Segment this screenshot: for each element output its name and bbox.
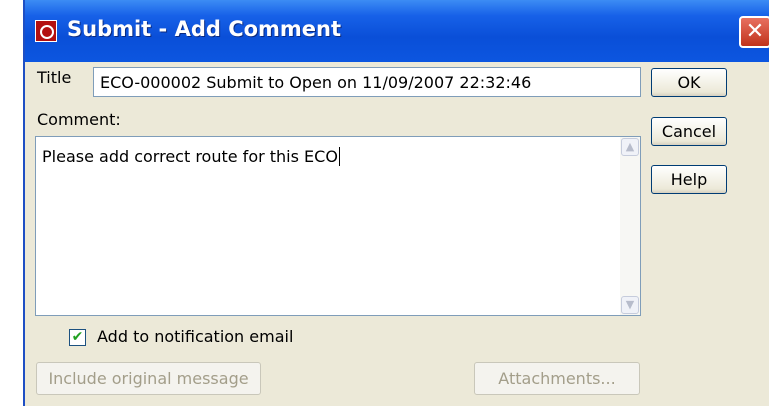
- attachments-button[interactable]: Attachments...: [474, 362, 640, 395]
- notify-checkbox[interactable]: ✔: [69, 329, 86, 346]
- window-title: Submit - Add Comment: [67, 17, 342, 41]
- close-button[interactable]: ✕: [739, 16, 769, 48]
- include-original-button[interactable]: Include original message: [36, 362, 261, 395]
- help-button[interactable]: Help: [651, 165, 727, 194]
- dialog-window: Submit - Add Comment ✕ Title OK Cancel H…: [23, 0, 769, 406]
- ok-button[interactable]: OK: [651, 68, 727, 97]
- notify-label[interactable]: Add to notification email: [97, 327, 293, 346]
- title-bar[interactable]: Submit - Add Comment ✕: [25, 0, 769, 62]
- comment-text: Please add correct route for this ECO: [42, 147, 340, 166]
- scroll-up-icon[interactable]: ▲: [621, 138, 639, 156]
- comment-scrollbar[interactable]: ▲ ▼: [620, 137, 640, 315]
- scroll-down-icon[interactable]: ▼: [621, 296, 639, 314]
- cancel-button[interactable]: Cancel: [651, 117, 727, 146]
- title-input[interactable]: [93, 67, 641, 97]
- comment-label: Comment:: [37, 110, 121, 129]
- comment-textarea[interactable]: Please add correct route for this ECO ▲ …: [35, 136, 641, 316]
- app-icon: [35, 20, 57, 42]
- title-label: Title: [37, 68, 72, 87]
